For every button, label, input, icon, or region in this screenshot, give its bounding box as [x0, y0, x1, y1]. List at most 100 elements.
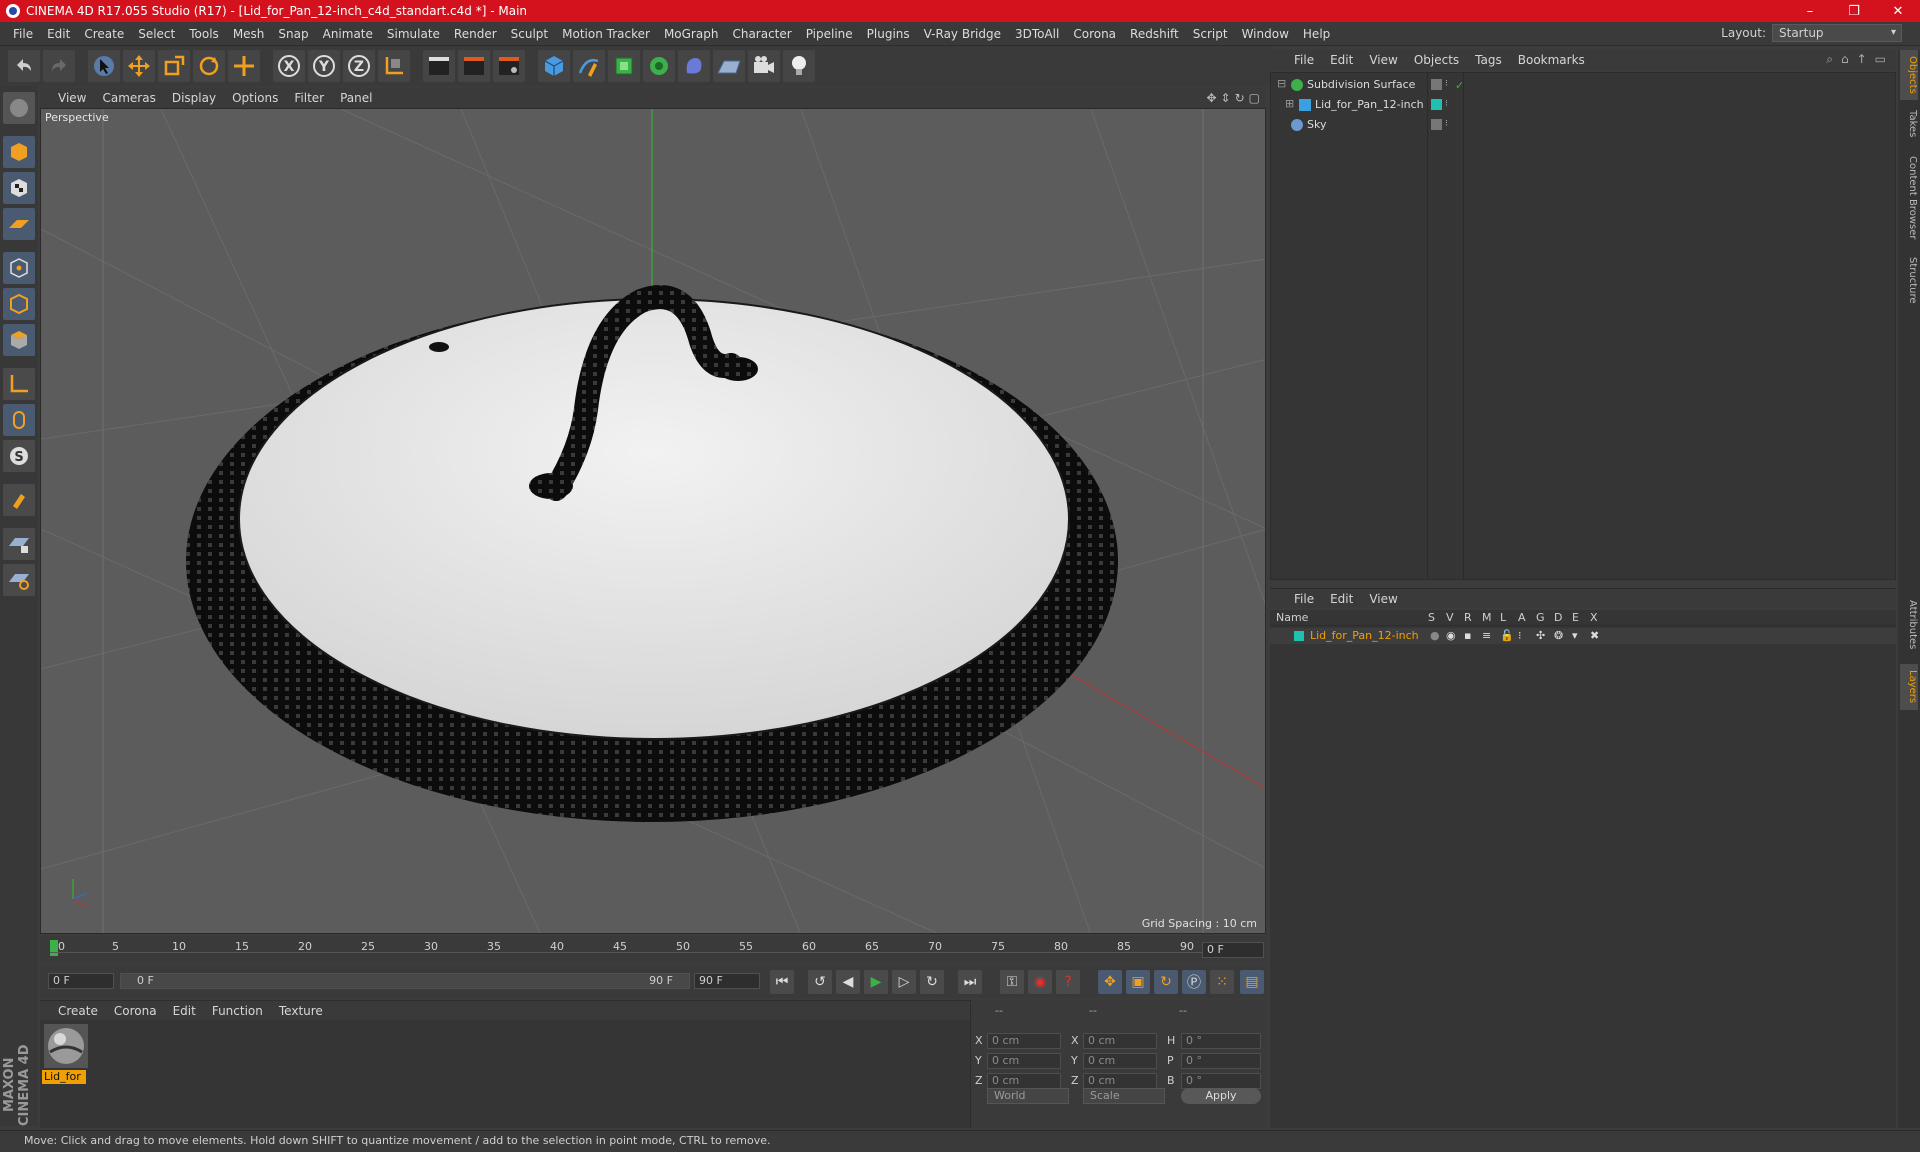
menu-motion-tracker[interactable]: Motion Tracker: [555, 27, 657, 41]
y-axis-lock-button[interactable]: Y: [308, 50, 340, 82]
axis-mode-button[interactable]: [3, 368, 35, 400]
menu-help[interactable]: Help: [1296, 27, 1337, 41]
size-x-field[interactable]: 0 cm: [1083, 1033, 1157, 1049]
end-frame-field[interactable]: 90 F: [694, 973, 760, 989]
autokeying-button[interactable]: ◉: [1028, 970, 1052, 994]
timeline-ruler[interactable]: 0 5 10 15 20 25 30 35 40 45 50 55 60 65 …: [40, 936, 1266, 962]
menu-mesh[interactable]: Mesh: [226, 27, 272, 41]
collapse-icon[interactable]: ⊟: [1277, 77, 1286, 90]
camera-button[interactable]: [748, 50, 780, 82]
position-y-field[interactable]: 0 cm: [987, 1053, 1061, 1069]
layer-color-icon[interactable]: [1294, 631, 1304, 641]
xref-toggle-icon[interactable]: ✖: [1590, 629, 1599, 642]
record-active-objects-button[interactable]: ⚿: [1000, 970, 1024, 994]
viewport-dolly-icon[interactable]: ⇕: [1221, 91, 1231, 105]
maximize-button[interactable]: ❐: [1832, 0, 1876, 22]
enabled-check-icon[interactable]: ✓: [1455, 79, 1466, 92]
apply-button[interactable]: Apply: [1181, 1088, 1261, 1104]
coordinate-system-button[interactable]: [378, 50, 410, 82]
menu-simulate[interactable]: Simulate: [380, 27, 447, 41]
object-name[interactable]: Sky: [1307, 118, 1326, 131]
expand-icon[interactable]: ⊞: [1285, 97, 1294, 110]
expression-toggle-icon[interactable]: ▾: [1572, 629, 1578, 642]
layer-menu-file[interactable]: File: [1286, 592, 1322, 606]
frame-range-slider[interactable]: 0 F 90 F: [120, 973, 690, 989]
keyframe-selection-button[interactable]: ?: [1056, 970, 1080, 994]
menu-render[interactable]: Render: [447, 27, 504, 41]
deformer-button[interactable]: [678, 50, 710, 82]
generator-toggle-icon[interactable]: ✣: [1536, 629, 1545, 642]
rotate-tool-button[interactable]: [193, 50, 225, 82]
viewport-rotate-icon[interactable]: ↻: [1235, 91, 1245, 105]
object-row-lid-for-pan[interactable]: ⊞ Lid_for_Pan_12-inch ⁝: [1271, 95, 1897, 115]
object-row-subdivision-surface[interactable]: ⊟ Subdivision Surface ⁝ ✓: [1271, 75, 1897, 95]
point-level-key-button[interactable]: ⁙: [1210, 970, 1234, 994]
menu-sculpt[interactable]: Sculpt: [504, 27, 555, 41]
visibility-dots-icon[interactable]: ⁝: [1445, 119, 1456, 130]
search-icon[interactable]: ⌕: [1826, 52, 1833, 67]
layout-select[interactable]: Startup: [1772, 24, 1902, 42]
menu-snap[interactable]: Snap: [271, 27, 315, 41]
next-frame-button[interactable]: ▷: [892, 970, 916, 994]
menu-file[interactable]: File: [6, 27, 40, 41]
cloner-button[interactable]: [643, 50, 675, 82]
snap-button[interactable]: S: [3, 440, 35, 472]
material-preview-thumbnail[interactable]: [44, 1024, 88, 1068]
new-view-icon[interactable]: ▭: [1875, 52, 1886, 67]
menu-script[interactable]: Script: [1186, 27, 1235, 41]
texture-mode-button[interactable]: [3, 172, 35, 204]
tab-content-browser[interactable]: Content Browser: [1900, 148, 1918, 248]
tweak-mode-button[interactable]: [3, 404, 35, 436]
coordinate-space-select[interactable]: World: [987, 1088, 1069, 1104]
object-menu-bookmarks[interactable]: Bookmarks: [1510, 53, 1593, 67]
previous-key-button[interactable]: ↺: [808, 970, 832, 994]
cube-primitive-button[interactable]: [538, 50, 570, 82]
object-name[interactable]: Subdivision Surface: [1307, 78, 1415, 91]
timeline-window-button[interactable]: ▤: [1240, 970, 1264, 994]
layer-swatch-icon[interactable]: [1431, 119, 1442, 130]
redo-button[interactable]: [43, 50, 75, 82]
parameter-key-button[interactable]: Ⓟ: [1182, 970, 1206, 994]
lid-glass[interactable]: [239, 299, 1069, 739]
make-editable-button[interactable]: [3, 92, 35, 124]
menu-pipeline[interactable]: Pipeline: [799, 27, 860, 41]
manager-toggle-icon[interactable]: ≡: [1482, 629, 1491, 642]
transform-tool-button[interactable]: [228, 50, 260, 82]
menu-create[interactable]: Create: [77, 27, 131, 41]
object-row-sky[interactable]: Sky ⁝: [1271, 115, 1897, 135]
start-frame-field[interactable]: 0 F: [48, 973, 114, 989]
size-mode-select[interactable]: Scale: [1083, 1088, 1165, 1104]
view-toggle-icon[interactable]: ◉: [1446, 629, 1456, 642]
workplane-mode-button[interactable]: [3, 208, 35, 240]
move-tool-button[interactable]: [123, 50, 155, 82]
size-y-field[interactable]: 0 cm: [1083, 1053, 1157, 1069]
scale-tool-button[interactable]: [158, 50, 190, 82]
live-selection-button[interactable]: [88, 50, 120, 82]
render-view-button[interactable]: [423, 50, 455, 82]
current-frame-field[interactable]: 0 F: [1202, 942, 1264, 958]
menu-tools[interactable]: Tools: [182, 27, 226, 41]
menu-redshift[interactable]: Redshift: [1123, 27, 1186, 41]
layer-color-icon[interactable]: [1431, 99, 1442, 110]
material-menu-create[interactable]: Create: [50, 1004, 106, 1018]
up-arrow-icon[interactable]: ↑: [1857, 52, 1867, 67]
menu-mograph[interactable]: MoGraph: [657, 27, 726, 41]
tab-attributes[interactable]: Attributes: [1900, 590, 1918, 660]
subdivision-surface-button[interactable]: [608, 50, 640, 82]
x-axis-lock-button[interactable]: X: [273, 50, 305, 82]
scale-key-button[interactable]: ▣: [1126, 970, 1150, 994]
planar-workplane-button[interactable]: [3, 564, 35, 596]
lock-workplane-button[interactable]: [3, 528, 35, 560]
menu-plugins[interactable]: Plugins: [860, 27, 917, 41]
rotation-h-field[interactable]: 0 °: [1181, 1033, 1261, 1049]
position-x-field[interactable]: 0 cm: [987, 1033, 1061, 1049]
viewport-maximize-icon[interactable]: ▢: [1249, 91, 1260, 105]
model-mode-button[interactable]: [3, 136, 35, 168]
previous-frame-button[interactable]: ◀: [836, 970, 860, 994]
object-name[interactable]: Lid_for_Pan_12-inch: [1315, 98, 1424, 111]
render-settings-button[interactable]: [493, 50, 525, 82]
material-menu-function[interactable]: Function: [204, 1004, 271, 1018]
tab-takes[interactable]: Takes: [1900, 104, 1918, 144]
magnet-button[interactable]: [3, 484, 35, 516]
points-mode-button[interactable]: [3, 252, 35, 284]
